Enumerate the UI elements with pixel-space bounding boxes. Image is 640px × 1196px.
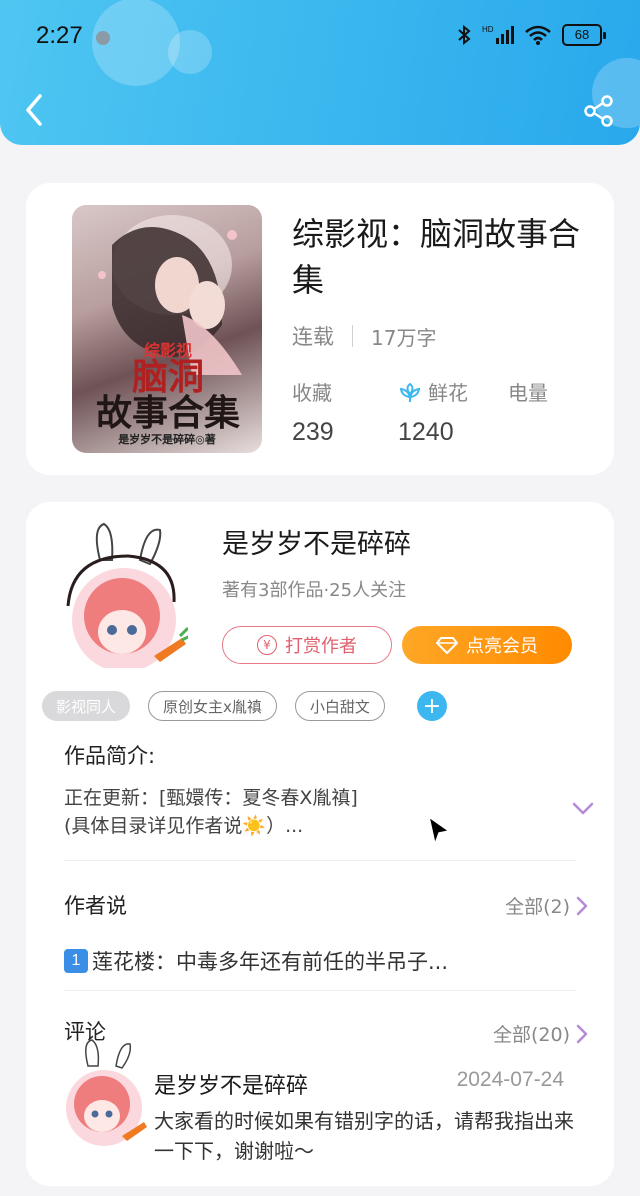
divider: [64, 860, 576, 861]
detail-card: 是岁岁不是碎碎 著有3部作品·25人关注 ¥ 打赏作者 点亮会员 影视同人 原创…: [26, 502, 614, 1186]
signal-icon: HD: [482, 25, 514, 44]
vip-label: 点亮会员: [466, 636, 538, 657]
author-says-text: 莲花楼：中毒多年还有前任的半吊子...: [92, 950, 449, 974]
author-says-all-link[interactable]: 全部(2): [505, 892, 588, 919]
pointer-cursor-icon: [428, 816, 450, 845]
stat-value: 1240: [398, 418, 454, 446]
link-label: 全部(20): [492, 1024, 570, 1046]
stat-favorites[interactable]: 收藏 239: [292, 377, 334, 447]
book-status: 连载: [292, 325, 334, 349]
reward-label: 打赏作者: [285, 636, 357, 657]
author-avatar[interactable]: [62, 520, 188, 668]
intro-title: 作品简介:: [64, 744, 156, 768]
book-meta: 连载 17万字: [292, 321, 436, 351]
vip-button[interactable]: 点亮会员: [402, 626, 572, 664]
battery-indicator: 68: [562, 24, 606, 46]
status-time: 2:27: [36, 22, 83, 49]
cover-title-line1: 脑洞: [131, 356, 204, 398]
author-name[interactable]: 是岁岁不是碎碎: [222, 522, 411, 561]
intro-line: 正在更新：[甄嬛传：夏冬春X胤禛]: [64, 787, 358, 809]
meta-divider: [352, 325, 353, 347]
number-badge: 1: [64, 949, 88, 973]
book-cover[interactable]: 综影视 脑洞 故事合集 是岁岁不是碎碎◎著: [72, 205, 262, 453]
stat-flowers[interactable]: 鲜花 1240: [398, 377, 468, 447]
book-title: 综影视：脑洞故事合集: [292, 215, 581, 299]
commenter-avatar[interactable]: [62, 1038, 148, 1148]
author-says-title: 作者说: [64, 894, 127, 918]
word-count: 17万字: [371, 325, 437, 350]
diamond-icon: [436, 637, 458, 654]
stat-label: 电量: [508, 381, 548, 405]
book-info-card: 综影视 脑洞 故事合集 是岁岁不是碎碎◎著 综影视：脑洞故事合集 连载 17万字…: [26, 183, 614, 475]
status-icons: HD 68: [456, 24, 606, 46]
tag-item[interactable]: 影视同人: [42, 691, 131, 721]
cover-title: 综影视 脑洞 故事合集: [80, 343, 256, 434]
svg-text:HD: HD: [482, 25, 494, 34]
stat-power[interactable]: 电量: [508, 377, 548, 418]
comment-date: 2024-07-24: [456, 1068, 564, 1091]
stat-label: 收藏: [292, 381, 332, 405]
cover-author: 是岁岁不是碎碎◎著: [118, 433, 216, 446]
back-icon[interactable]: [20, 92, 50, 128]
author-says-item[interactable]: 1 莲花楼：中毒多年还有前任的半吊子...: [64, 946, 448, 976]
author-summary: 著有3部作品·25人关注: [222, 580, 407, 601]
chevron-right-icon: [576, 896, 588, 915]
stat-label: 鲜花: [428, 381, 468, 405]
chevron-right-icon: [576, 1024, 588, 1043]
comment-username[interactable]: 是岁岁不是碎碎: [154, 1068, 308, 1100]
reward-author-button[interactable]: ¥ 打赏作者: [222, 626, 392, 664]
tag-item[interactable]: 小白甜文: [294, 691, 385, 721]
wifi-icon: [525, 25, 551, 45]
link-label: 全部(2): [505, 896, 570, 918]
chevron-down-icon[interactable]: [572, 802, 594, 816]
flower-icon: [399, 382, 421, 402]
comment-text[interactable]: 大家看的时候如果有错别字的话，请帮我指出来一下下，谢谢啦～: [154, 1106, 574, 1166]
tag-list: 影视同人 原创女主x胤禛 小白甜文 +: [42, 691, 447, 721]
yen-icon: ¥: [257, 635, 277, 655]
bluetooth-icon: [458, 24, 471, 46]
tag-item[interactable]: 原创女主x胤禛: [148, 691, 277, 721]
add-tag-button[interactable]: +: [416, 691, 447, 721]
notification-icon: [96, 31, 110, 45]
share-icon[interactable]: [582, 94, 616, 128]
intro-line: (具体目录详见作者说☀️）...: [64, 815, 304, 837]
comments-all-link[interactable]: 全部(20): [493, 1020, 588, 1047]
intro-text[interactable]: 正在更新：[甄嬛传：夏冬春X胤禛] (具体目录详见作者说☀️）...: [64, 784, 524, 840]
top-header: 2:27 HD 68: [0, 0, 640, 145]
stat-value: 239: [292, 418, 334, 446]
decor-bubble: [168, 30, 212, 74]
cover-title-line2: 故事合集: [95, 392, 240, 434]
divider: [64, 990, 576, 991]
